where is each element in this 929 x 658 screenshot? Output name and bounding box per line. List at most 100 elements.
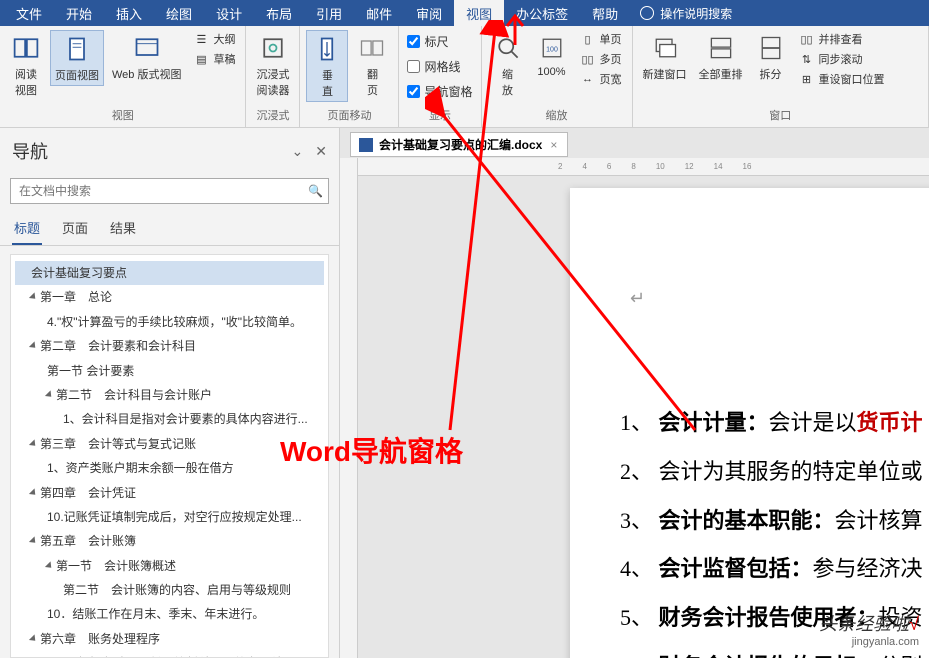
nav-search-input[interactable] <box>10 178 329 204</box>
expand-icon[interactable] <box>29 537 38 546</box>
doc-line[interactable]: 6、 财务会计报告的目标：分别 <box>620 652 929 658</box>
word-doc-icon <box>359 138 373 152</box>
tree-item[interactable]: 第三章 会计等式与复式记账 <box>15 432 324 456</box>
vertical-button[interactable]: 垂 直 <box>306 30 348 102</box>
arrange-icon <box>705 32 737 64</box>
expand-icon[interactable] <box>45 390 54 399</box>
page-width-button[interactable]: ↔页宽 <box>576 70 626 88</box>
expand-icon[interactable] <box>29 488 38 497</box>
tree-item[interactable]: 1、资产类账户期末余额一般在借方 <box>15 456 324 480</box>
nav-close-icon[interactable]: ✕ <box>315 143 327 160</box>
group-immersive-label: 沉浸式 <box>252 105 293 127</box>
outline-icon: ☰ <box>193 31 209 47</box>
tree-item[interactable]: 第四章 会计凭证 <box>15 481 324 505</box>
doc-line[interactable]: 2、 会计为其服务的特定单位或 <box>620 457 929 488</box>
expand-icon[interactable] <box>29 342 38 351</box>
tree-item[interactable]: 第五章 会计账簿 <box>15 529 324 553</box>
expand-icon[interactable] <box>29 439 38 448</box>
zoom-100-button[interactable]: 100 100% <box>532 30 572 80</box>
draft-view-button[interactable]: ▤草稿 <box>189 50 239 68</box>
tab-office[interactable]: 办公标签 <box>504 0 580 26</box>
tree-item[interactable]: 4."权"计算盈亏的手续比较麻烦，"收"比较简单。 <box>15 310 324 334</box>
tree-item[interactable]: 第二章 会计要素和会计科目 <box>15 334 324 358</box>
ruler-checkbox[interactable]: 标尺 <box>405 32 474 51</box>
split-button[interactable]: 拆分 <box>751 30 791 84</box>
tree-item[interactable]: 第一节 会计要素 <box>15 359 324 383</box>
nav-title: 导航 <box>12 138 48 164</box>
multi-page-icon: ▯▯ <box>580 51 596 67</box>
document-page[interactable]: ↵ 1、 会计计量：会计是以货币计2、 会计为其服务的特定单位或3、 会计的基本… <box>570 188 929 658</box>
sync-scroll-button: ⇅同步滚动 <box>795 50 889 68</box>
expand-icon[interactable] <box>45 561 54 570</box>
tree-item[interactable]: 10.记账凭证填制完成后，对空行应按规定处理... <box>15 505 324 529</box>
multi-page-button[interactable]: ▯▯多页 <box>576 50 626 68</box>
tree-item[interactable]: 第二节 会计科目与会计账户 <box>15 383 324 407</box>
group-views-label: 视图 <box>6 105 239 127</box>
tree-item[interactable]: 10．结账工作在月末、季末、年末进行。 <box>15 602 324 626</box>
immersive-icon <box>257 32 289 64</box>
tab-help[interactable]: 帮助 <box>580 0 630 26</box>
nav-tab-pages[interactable]: 页面 <box>60 212 90 245</box>
bulb-icon <box>640 6 654 20</box>
tab-references[interactable]: 引用 <box>304 0 354 26</box>
tab-review[interactable]: 审阅 <box>404 0 454 26</box>
group-zoom-label: 缩放 <box>488 105 626 127</box>
gridlines-checkbox[interactable]: 网格线 <box>405 57 474 76</box>
group-pagemove-label: 页面移动 <box>306 105 392 127</box>
navpane-checkbox[interactable]: 导航窗格 <box>405 82 474 101</box>
doc-line[interactable]: 3、 会计的基本职能：会计核算 <box>620 506 929 537</box>
nav-dropdown-icon[interactable]: ⌄ <box>292 143 304 160</box>
doc-line[interactable]: 4、 会计监督包括：参与经济决 <box>620 554 929 585</box>
web-view-button[interactable]: Web 版式视图 <box>108 30 185 84</box>
doc-tab-close-icon[interactable]: × <box>548 138 559 152</box>
vertical-ruler[interactable] <box>340 158 358 658</box>
tab-file[interactable]: 文件 <box>4 0 54 26</box>
flip-icon <box>356 32 388 64</box>
search-icon[interactable]: 🔍 <box>308 184 323 198</box>
nav-tab-headings[interactable]: 标题 <box>12 212 42 245</box>
new-window-button[interactable]: 新建窗口 <box>639 30 691 84</box>
page-view-button[interactable]: 页面视图 <box>50 30 104 86</box>
read-view-icon <box>10 32 42 64</box>
arrange-all-button[interactable]: 全部重排 <box>695 30 747 84</box>
immersive-reader-button[interactable]: 沉浸式 阅读器 <box>252 30 293 100</box>
tell-me-search[interactable]: 操作说明搜索 <box>640 5 732 22</box>
tree-item[interactable]: （2）根据各种记账凭证编制科目汇总表（科目... <box>15 651 324 658</box>
vertical-icon <box>311 33 343 65</box>
zoom-button[interactable]: 缩 放 <box>488 30 528 100</box>
web-view-icon <box>131 32 163 64</box>
tab-draw[interactable]: 绘图 <box>154 0 204 26</box>
nav-tab-results[interactable]: 结果 <box>108 212 138 245</box>
document-area[interactable]: 会计基础复习要点的汇编.docx × 246810121416 ↵ 1、 会计计… <box>340 128 929 658</box>
expand-icon[interactable] <box>29 634 38 643</box>
tree-item[interactable]: 第六章 账务处理程序 <box>15 627 324 651</box>
page-width-icon: ↔ <box>580 71 596 87</box>
read-view-button[interactable]: 阅读 视图 <box>6 30 46 100</box>
nav-tree[interactable]: 会计基础复习要点第一章 总论4."权"计算盈亏的手续比较麻烦，"收"比较简单。第… <box>10 254 329 658</box>
group-window-label: 窗口 <box>639 105 923 127</box>
side-by-side-button: ▯▯并排查看 <box>795 30 889 48</box>
tab-layout[interactable]: 布局 <box>254 0 304 26</box>
tree-item[interactable]: 第一节 会计账簿概述 <box>15 554 324 578</box>
flip-button[interactable]: 翻 页 <box>352 30 392 100</box>
tab-insert[interactable]: 插入 <box>104 0 154 26</box>
document-tab[interactable]: 会计基础复习要点的汇编.docx × <box>350 132 568 157</box>
draft-icon: ▤ <box>193 51 209 67</box>
doc-line[interactable]: 1、 会计计量：会计是以货币计 <box>620 408 929 439</box>
horizontal-ruler[interactable]: 246810121416 <box>358 158 929 176</box>
watermark: 头条经验啦√ jingyanla.com <box>819 610 919 648</box>
tab-home[interactable]: 开始 <box>54 0 104 26</box>
tree-item[interactable]: 第一章 总论 <box>15 285 324 309</box>
tree-item[interactable]: 第二节 会计账簿的内容、启用与等级规则 <box>15 578 324 602</box>
group-show-label: 显示 <box>405 105 474 127</box>
outline-view-button[interactable]: ☰大纲 <box>189 30 239 48</box>
tab-mailings[interactable]: 邮件 <box>354 0 404 26</box>
tree-item[interactable]: 1、会计科目是指对会计要素的具体内容进行... <box>15 407 324 431</box>
tree-item[interactable]: 会计基础复习要点 <box>15 261 324 285</box>
tab-view[interactable]: 视图 <box>454 0 504 26</box>
expand-icon[interactable] <box>29 293 38 302</box>
one-page-icon: ▯ <box>580 31 596 47</box>
one-page-button[interactable]: ▯单页 <box>576 30 626 48</box>
tab-design[interactable]: 设计 <box>204 0 254 26</box>
page-view-icon <box>61 33 93 65</box>
